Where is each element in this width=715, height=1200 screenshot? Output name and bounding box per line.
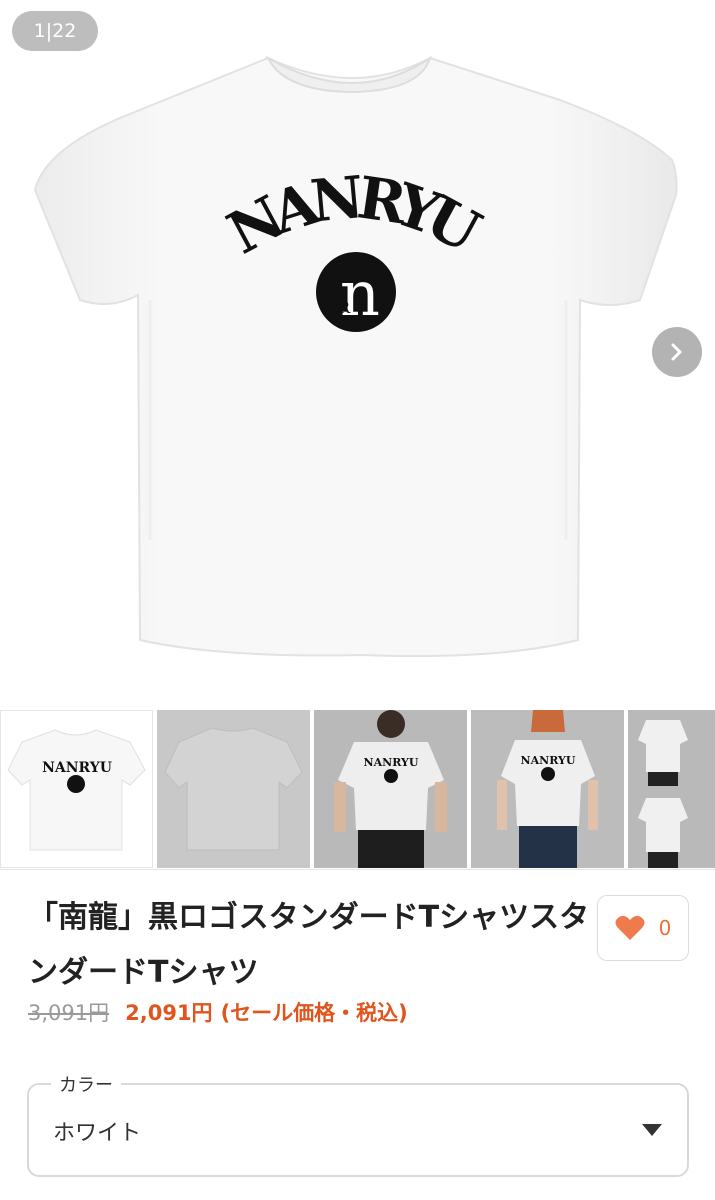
svg-text:R: R [338, 298, 351, 317]
product-main-image[interactable]: NANRYU n R 1|22 [0, 0, 715, 703]
sale-note: (セール価格・税込) [220, 1001, 408, 1025]
svg-text:NANRYU: NANRYU [521, 754, 576, 767]
thumbnail-model-male[interactable]: NANRYU [314, 710, 467, 868]
product-title: 「南龍」黒ロゴスタンダードTシャツスタンダードTシャツ [28, 900, 590, 990]
tshirt-image: NANRYU n R [33, 55, 678, 657]
thumbnail-strip[interactable]: NANRYU NANRYU NANRYU [0, 710, 715, 868]
thumbnail-back[interactable] [157, 710, 310, 868]
heart-icon [615, 915, 645, 940]
color-select-value: ホワイト [53, 1121, 142, 1146]
thumbnail-model-front-back[interactable] [628, 710, 715, 868]
caret-down-icon [642, 1124, 662, 1136]
price-row: 3,091円 2,091円 (セール価格・税込) [28, 997, 408, 1027]
svg-text:NANRYU: NANRYU [364, 756, 419, 769]
section-divider [0, 869, 715, 870]
image-counter: 1|22 [12, 11, 98, 51]
color-select[interactable]: カラー ホワイト [27, 1071, 689, 1177]
sale-price: 2,091円 [125, 1001, 213, 1025]
favorite-button[interactable]: 0 [597, 895, 689, 961]
svg-text:n: n [340, 257, 380, 330]
original-price: 3,091円 [28, 1001, 110, 1025]
favorite-count: 0 [658, 916, 672, 940]
chevron-right-icon [671, 343, 682, 361]
color-select-label: カラー [51, 1071, 121, 1097]
thumbnail-model-female[interactable]: NANRYU [471, 710, 624, 868]
next-image-button[interactable] [652, 327, 702, 377]
thumbnail-front[interactable]: NANRYU [0, 710, 153, 868]
svg-text:NANRYU: NANRYU [42, 760, 112, 776]
